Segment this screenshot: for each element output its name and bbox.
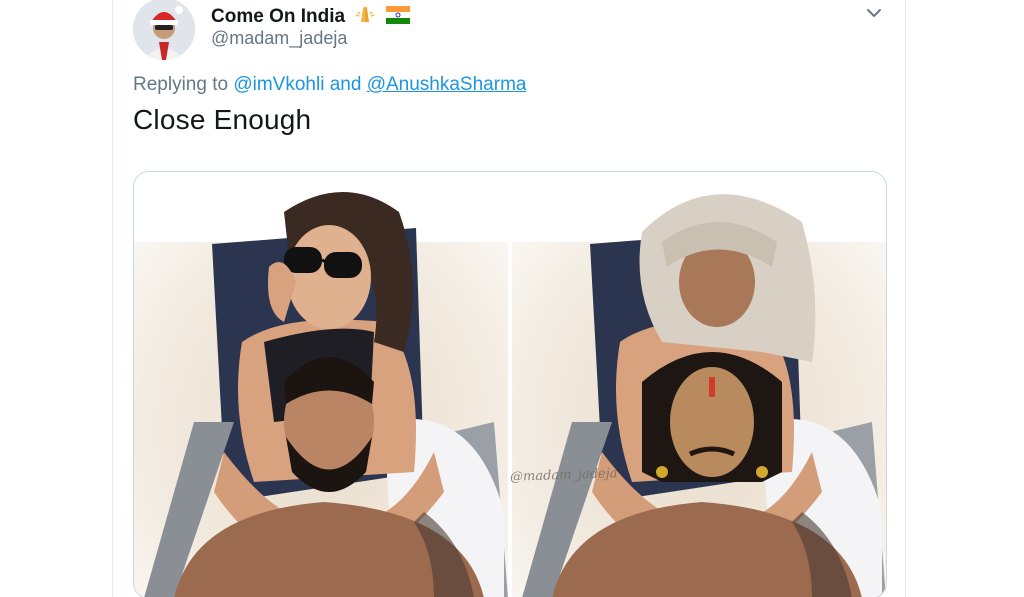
reply-joiner: and (329, 74, 362, 95)
display-name[interactable]: Come On India (211, 2, 410, 30)
reply-mention-imvkohli[interactable]: @imVkohli (233, 74, 324, 95)
replying-to: Replying to @imVkohli and @AnushkaSharma (133, 74, 526, 96)
reply-mention-anushkasharma[interactable]: @AnushkaSharma (367, 74, 527, 95)
avatar-image (133, 0, 195, 60)
replying-prefix: Replying to (133, 74, 229, 95)
avatar[interactable] (133, 0, 195, 60)
tweet-text: Close Enough (133, 104, 312, 135)
chevron-down-icon[interactable] (863, 2, 885, 24)
tweet-media[interactable]: @madam_jadeja (133, 171, 887, 597)
photo-left-image (134, 172, 508, 597)
india-flag-emoji-icon (385, 6, 410, 30)
display-name-text: Come On India (211, 6, 346, 27)
media-photo-right[interactable] (512, 172, 886, 597)
tweet-card[interactable]: Come On India @madam_jadeja Replying to … (112, 0, 906, 597)
folded-hands-emoji-icon (354, 2, 376, 30)
user-handle[interactable]: @madam_jadeja (211, 28, 347, 49)
photo-right-image (512, 172, 886, 597)
media-photo-left[interactable] (134, 172, 508, 597)
